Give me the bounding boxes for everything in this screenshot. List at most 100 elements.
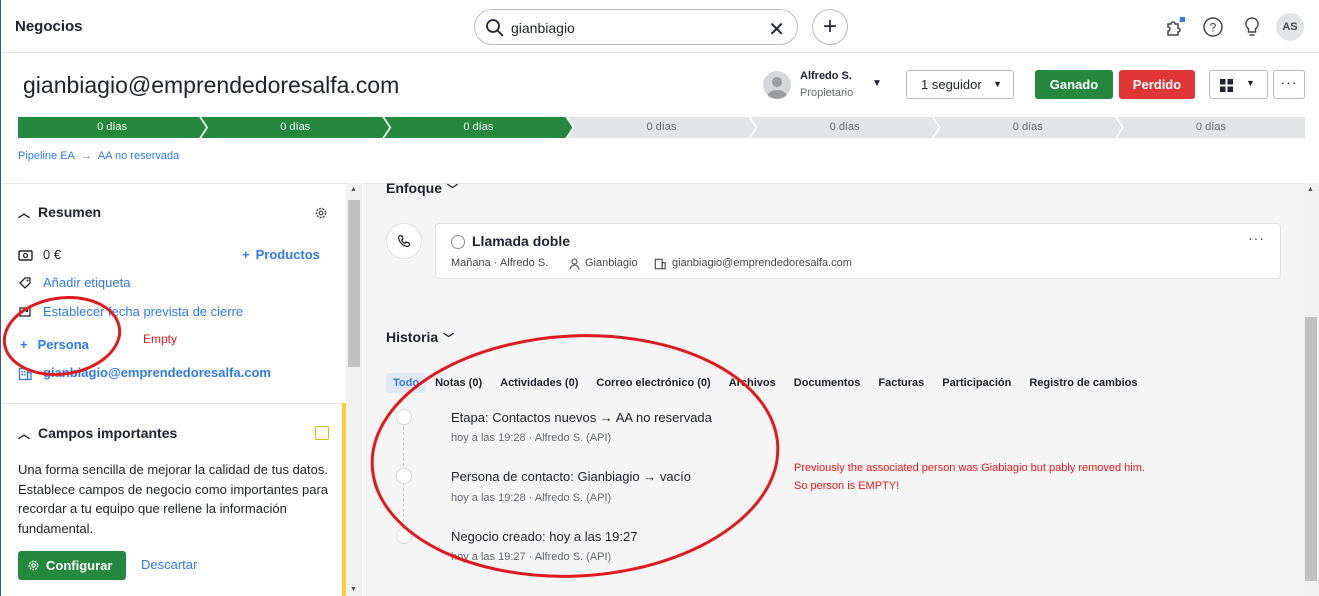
history-item-text: Persona de contacto: Gianbiagio → vacío — [451, 469, 691, 484]
add-tag-link[interactable]: Añadir etiqueta — [43, 275, 130, 290]
timeline-dot — [396, 468, 412, 484]
history-tabs: Todo Notas (0) Actividades (0) Correo el… — [386, 373, 1147, 393]
history-item-meta: hoy a las 19:28 · Alfredo S. (API) — [451, 432, 612, 444]
add-products-button[interactable]: + Productos — [242, 247, 320, 262]
highlight-bar — [342, 403, 346, 596]
timeline-dot — [396, 528, 412, 544]
followers-label: 1 seguidor — [921, 77, 982, 92]
clear-search-icon[interactable]: ✕ — [768, 17, 785, 42]
annotation-note-line2: So person is EMPTY! — [794, 480, 900, 492]
pipeline-stages: 0 días 0 días 0 días 0 días 0 días 0 día… — [18, 117, 1305, 138]
tab-documents[interactable]: Documentos — [785, 373, 870, 393]
extensions-icon[interactable] — [1163, 15, 1187, 39]
focus-title: Enfoque — [386, 180, 442, 196]
annotation-note-line1: Previously the associated person was Gia… — [794, 462, 1145, 474]
breadcrumb-stage[interactable]: AA no reservada — [98, 150, 179, 162]
activity-person[interactable]: Gianbiagio — [585, 257, 638, 269]
tab-participation[interactable]: Participación — [933, 373, 1020, 393]
tab-all[interactable]: Todo — [386, 373, 427, 393]
organization-icon — [18, 367, 32, 381]
pipeline-stage[interactable]: 0 días — [934, 117, 1122, 138]
search-value: gianbiagio — [511, 20, 575, 36]
scroll-up-icon[interactable]: ▲ — [350, 186, 357, 193]
focus-header[interactable]: Enfoque ﹀ — [386, 180, 458, 197]
tab-activities[interactable]: Actividades (0) — [491, 373, 587, 393]
configure-button[interactable]: Configurar — [18, 551, 126, 580]
important-fields-title: Campos importantes — [38, 425, 178, 441]
owner-name[interactable]: Alfredo S. — [800, 70, 852, 82]
tab-email[interactable]: Correo electrónico (0) — [587, 373, 719, 393]
user-avatar[interactable]: AS — [1276, 13, 1304, 41]
organization-link[interactable]: gianbiagio@emprendedoresalfa.com — [43, 365, 271, 380]
followers-button[interactable]: 1 seguidor ▼ — [906, 70, 1014, 99]
flag-icon — [19, 307, 31, 317]
activity-card[interactable] — [435, 223, 1281, 279]
deal-title[interactable]: gianbiagio@emprendedoresalfa.com — [23, 72, 399, 99]
call-activity-icon — [386, 223, 422, 259]
pipeline-stage[interactable]: 0 días — [1116, 117, 1305, 138]
pipeline-stage[interactable]: 0 días — [567, 117, 755, 138]
breadcrumb-pipeline[interactable]: Pipeline EA — [18, 150, 75, 162]
chevron-down-icon: ▼ — [1246, 78, 1255, 88]
owner-avatar[interactable] — [763, 71, 791, 99]
important-fields-header[interactable]: ︿ Campos importantes — [18, 425, 177, 442]
lightbulb-icon[interactable] — [1240, 15, 1264, 39]
products-label: Productos — [255, 247, 320, 262]
activity-organization[interactable]: gianbiagio@emprendedoresalfa.com — [672, 257, 852, 269]
organization-icon — [654, 258, 666, 270]
owner-role: Propietario — [800, 87, 854, 99]
tab-notes[interactable]: Notas (0) — [426, 373, 491, 393]
breadcrumb: Pipeline EA → AA no reservada — [18, 150, 179, 162]
divider — [0, 403, 346, 404]
help-icon[interactable]: ? — [1201, 15, 1225, 39]
plus-icon: + — [20, 337, 28, 352]
history-item-text: Negocio creado: hoy a las 19:27 — [451, 529, 638, 544]
tab-invoices[interactable]: Facturas — [869, 373, 933, 393]
activity-when: Mañana · Alfredo S. — [451, 257, 549, 269]
close-date-link[interactable]: Establecer fecha prevista de cierre — [43, 304, 243, 319]
pipeline-stage[interactable]: 0 días — [384, 117, 572, 138]
pipeline-stage[interactable]: 0 días — [751, 117, 939, 138]
chevron-down-icon: ﹀ — [443, 333, 455, 345]
chevron-down-icon[interactable]: ▼ — [872, 78, 882, 89]
pipeline-stage[interactable]: 0 días — [18, 117, 206, 138]
won-button[interactable]: Ganado — [1035, 70, 1113, 99]
important-fields-text: Una forma sencilla de mejorar la calidad… — [18, 462, 329, 536]
gear-icon[interactable] — [314, 206, 328, 220]
history-header[interactable]: Historia ﹀ — [386, 329, 454, 346]
tag-icon — [19, 277, 31, 289]
chevron-up-icon: ︿ — [18, 206, 31, 220]
view-switch-button[interactable]: ▼ — [1209, 70, 1268, 99]
deal-value[interactable]: 0 € — [43, 247, 61, 262]
chevron-down-icon: ﹀ — [447, 184, 458, 196]
scroll-up-icon[interactable]: ▲ — [1307, 186, 1314, 193]
tab-changelog[interactable]: Registro de cambios — [1020, 373, 1146, 393]
add-button[interactable]: + — [812, 9, 848, 45]
history-item-text: Etapa: Contactos nuevos → AA no reservad… — [451, 410, 712, 425]
tab-files[interactable]: Archivos — [720, 373, 785, 393]
more-options-button[interactable]: ··· — [1273, 70, 1305, 99]
pipeline-stage[interactable]: 0 días — [201, 117, 389, 138]
app-title: Negocios — [15, 18, 83, 35]
dismiss-link[interactable]: Descartar — [141, 557, 197, 572]
person-label: Persona — [37, 337, 89, 352]
add-person-button[interactable]: + Persona — [20, 337, 89, 352]
highlight-square-icon[interactable] — [315, 426, 329, 440]
lost-button[interactable]: Perdido — [1119, 70, 1195, 99]
history-item-meta: hoy a las 19:27 · Alfredo S. (API) — [451, 551, 612, 563]
activity-more-icon[interactable]: ··· — [1248, 230, 1265, 246]
search-input[interactable]: gianbiagio ✕ — [474, 9, 798, 45]
summary-header[interactable]: ︿ Resumen — [18, 204, 101, 221]
plus-icon: + — [242, 247, 250, 262]
grid-icon — [1220, 79, 1233, 92]
history-title: Historia — [386, 329, 439, 345]
annotation-empty: Empty — [143, 332, 178, 346]
sidebar-scrollbar-thumb[interactable] — [348, 200, 360, 367]
main-scrollbar-thumb[interactable] — [1305, 317, 1317, 581]
configure-label: Configurar — [46, 558, 113, 573]
scroll-down-icon[interactable]: ▼ — [350, 586, 357, 593]
svg-text:?: ? — [1210, 21, 1217, 35]
activity-done-checkbox[interactable] — [451, 235, 465, 249]
timeline-dot — [396, 409, 412, 425]
activity-title[interactable]: Llamada doble — [472, 233, 570, 249]
